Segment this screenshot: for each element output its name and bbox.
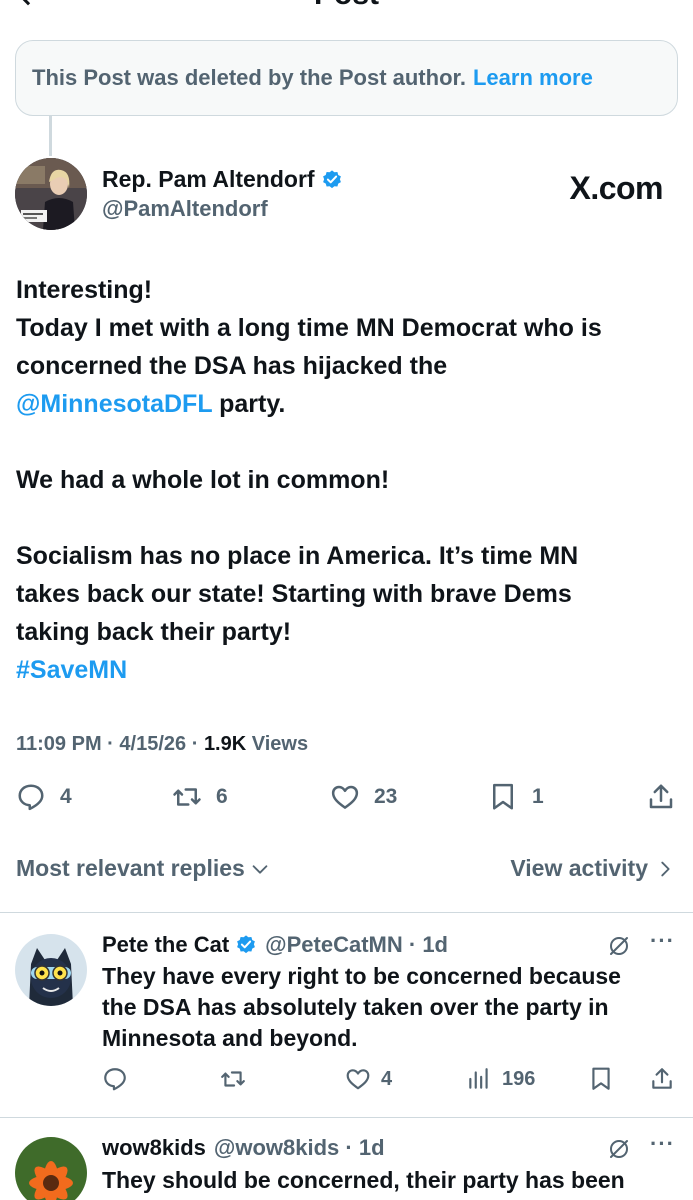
- views-count[interactable]: 1.9K: [204, 733, 246, 755]
- views-button[interactable]: 196: [466, 1066, 535, 1092]
- reply-author-name[interactable]: wow8kids: [102, 1135, 206, 1161]
- repost-icon: [173, 788, 201, 806]
- repost-count: 6: [216, 785, 228, 808]
- views-label[interactable]: Views: [252, 733, 308, 755]
- reply-text: They have every right to be concerned be…: [102, 961, 682, 1054]
- share-button[interactable]: [646, 782, 690, 812]
- reply-icon: [104, 1068, 126, 1091]
- like-icon: [331, 785, 359, 809]
- reply-time[interactable]: 1d: [422, 932, 448, 958]
- post-line: concerned the DSA has hijacked the: [16, 352, 448, 380]
- pete-cat-avatar-image: [15, 934, 87, 1006]
- reply-actions: 4 196: [102, 1066, 677, 1096]
- thread-connector: [49, 116, 52, 156]
- x-com-logo: X.com: [569, 170, 663, 206]
- reply-header: wow8kids @wow8kids · 1d: [102, 1135, 385, 1161]
- share-button[interactable]: [649, 1066, 685, 1092]
- post-actions: 4 6 23 1: [16, 782, 676, 822]
- reply-separator: ·: [339, 1135, 359, 1160]
- reply-line: They should be concerned, their party ha…: [102, 1167, 625, 1193]
- reply-author-name[interactable]: Pete the Cat: [102, 932, 229, 958]
- view-activity-label: View activity: [510, 855, 648, 881]
- repost-button[interactable]: [220, 1066, 256, 1092]
- author-name[interactable]: Rep. Pam Altendorf: [102, 166, 343, 193]
- reply-handle[interactable]: @wow8kids: [214, 1135, 339, 1161]
- reply-count: 4: [60, 785, 72, 808]
- verified-icon: [322, 169, 341, 188]
- reply-icon: [18, 784, 44, 811]
- reply-line: They have every right to be concerned be…: [102, 963, 621, 989]
- sort-label: Most relevant replies: [16, 855, 245, 881]
- learn-more-link[interactable]: Learn more: [473, 65, 593, 91]
- post-line: Socialism has no place in America. It’s …: [16, 542, 579, 570]
- verified-icon: [237, 935, 256, 954]
- author-handle[interactable]: @PamAltendorf: [102, 196, 268, 222]
- reply-item[interactable]: wow8kids @wow8kids · 1d ··· They should …: [0, 1117, 693, 1200]
- page-title: Post: [0, 0, 693, 12]
- deleted-notice: This Post was deleted by the Post author…: [15, 40, 678, 116]
- post-line: taking back their party!: [16, 618, 292, 646]
- reply-item[interactable]: Pete the Cat @PeteCatMN · 1d ··· They ha…: [0, 912, 693, 1117]
- reply-button[interactable]: [102, 1066, 138, 1092]
- avatar[interactable]: [15, 158, 87, 230]
- more-icon[interactable]: ···: [650, 1131, 675, 1157]
- views-icon: [469, 1068, 488, 1089]
- grok-icon[interactable]: [607, 1137, 631, 1161]
- deleted-notice-text: This Post was deleted by the Post author…: [32, 65, 466, 90]
- flower-avatar-image: [15, 1137, 87, 1200]
- post-time: 11:09 PM: [16, 733, 102, 755]
- reply-text: They should be concerned, their party ha…: [102, 1165, 682, 1196]
- bookmark-button[interactable]: [588, 1066, 624, 1092]
- hashtag-link[interactable]: #SaveMN: [16, 651, 676, 689]
- bookmark-count: 1: [532, 785, 544, 808]
- chevron-down-icon: [252, 864, 268, 874]
- bookmark-icon: [493, 783, 513, 810]
- mention-suffix: party.: [212, 390, 286, 418]
- avatar-image: [15, 158, 87, 230]
- reply-time[interactable]: 1d: [359, 1135, 385, 1161]
- views-count: 196: [502, 1067, 536, 1090]
- reply-button[interactable]: 4: [16, 782, 72, 812]
- more-icon[interactable]: ···: [650, 928, 675, 954]
- like-icon: [346, 1069, 370, 1090]
- author-name-text: Rep. Pam Altendorf: [102, 166, 315, 192]
- post-line: Today I met with a long time MN Democrat…: [16, 314, 602, 342]
- post-line: Interesting!: [16, 276, 153, 304]
- mention-link[interactable]: @MinnesotaDFL: [16, 390, 212, 418]
- reply-avatar[interactable]: [15, 934, 87, 1006]
- reply-line: Minnesota and beyond.: [102, 1025, 358, 1051]
- meta-separator: ·: [107, 733, 114, 755]
- view-activity-link[interactable]: View activity: [510, 855, 676, 882]
- reply-handle[interactable]: @PeteCatMN: [265, 932, 403, 958]
- post-meta: 11:09 PM · 4/15/26 · 1.9K Views: [16, 733, 308, 756]
- repost-icon: [221, 1071, 245, 1087]
- post-line: [16, 499, 676, 537]
- post-text: Interesting! Today I met with a long tim…: [16, 271, 676, 689]
- post-line: [16, 423, 676, 461]
- bookmark-icon: [592, 1067, 610, 1090]
- post-date: 4/15/26: [119, 733, 187, 755]
- meta-separator: ·: [191, 733, 199, 755]
- like-button[interactable]: 4: [345, 1066, 392, 1092]
- share-icon: [652, 1068, 672, 1089]
- reply-header: Pete the Cat @PeteCatMN · 1d: [102, 932, 448, 958]
- post-line: We had a whole lot in common!: [16, 466, 390, 494]
- reply-separator: ·: [402, 932, 423, 957]
- bookmark-button[interactable]: 1: [488, 782, 544, 812]
- like-count: 23: [374, 785, 398, 808]
- like-count: 4: [381, 1067, 393, 1090]
- reply-avatar[interactable]: [15, 1137, 87, 1200]
- like-button[interactable]: 23: [330, 782, 397, 812]
- post-line: takes back our state! Starting with brav…: [16, 580, 572, 608]
- chevron-right-icon: [661, 861, 670, 876]
- grok-icon[interactable]: [607, 934, 631, 958]
- reply-line: the DSA has absolutely taken over the pa…: [102, 994, 609, 1020]
- repost-button[interactable]: 6: [172, 782, 228, 812]
- post-mention-line: @MinnesotaDFL party.: [16, 385, 676, 423]
- share-icon: [649, 784, 673, 809]
- sort-replies-dropdown[interactable]: Most relevant replies: [16, 855, 271, 882]
